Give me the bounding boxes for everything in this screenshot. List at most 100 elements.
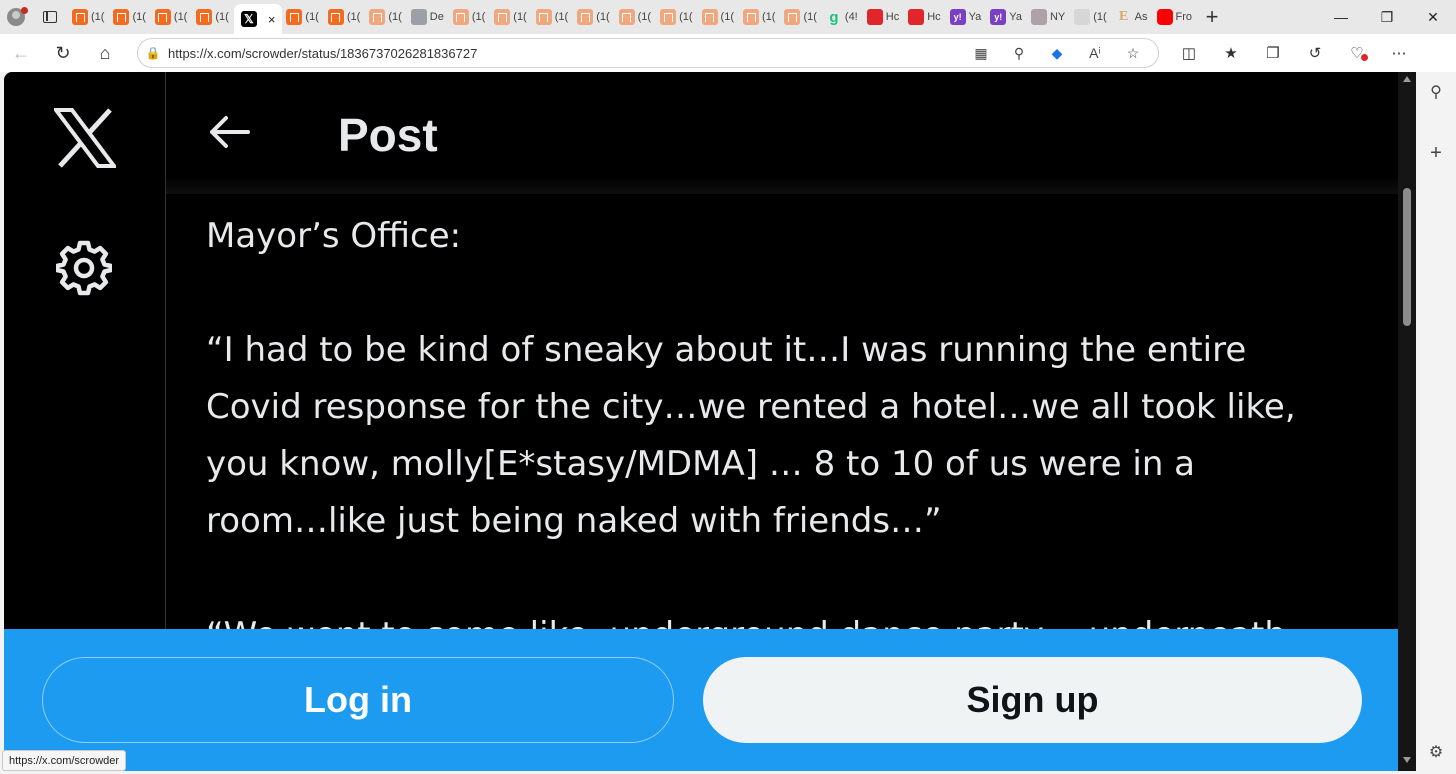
light-bookmark-icon [743, 9, 759, 25]
orange-bookmark-icon [154, 9, 171, 25]
favorites-icon[interactable]: ★ [1210, 34, 1252, 72]
sidebar-settings-icon[interactable]: ⚙ [1416, 742, 1456, 762]
home-button[interactable]: ⌂ [84, 34, 126, 72]
history-icon[interactable]: ↺ [1294, 34, 1336, 72]
app-available-icon[interactable]: ▦ [964, 40, 998, 66]
refresh-button[interactable]: ↻ [42, 34, 84, 72]
light-bookmark-icon [369, 9, 386, 25]
tab[interactable]: Hc [904, 3, 945, 31]
post-paragraph: Mayor’s Office: [206, 216, 462, 256]
new-tab-button[interactable]: + [1197, 3, 1227, 31]
window-controls: — ❐ ✕ [1318, 0, 1456, 34]
tab[interactable]: (1( [573, 3, 614, 31]
tab[interactable]: (1( [490, 3, 531, 31]
settings-gear-icon[interactable] [56, 240, 112, 296]
tab-label: De [429, 11, 444, 23]
tab[interactable]: (1( [324, 3, 365, 31]
tab-label: NY [1049, 11, 1066, 23]
light-page-icon [1074, 9, 1091, 25]
light-bookmark-icon [660, 9, 677, 25]
close-tab-icon[interactable]: × [268, 12, 276, 27]
nytimes-icon [1030, 9, 1047, 25]
favorite-star-icon[interactable]: ☆ [1116, 40, 1150, 66]
light-bookmark-icon [577, 9, 594, 25]
tab[interactable]: (1( [192, 3, 233, 31]
scroll-down-icon[interactable] [1403, 757, 1411, 763]
back-button[interactable]: ← [0, 34, 42, 72]
profile-button[interactable] [0, 0, 32, 34]
shopping-tag-icon[interactable]: ◆ [1040, 40, 1074, 66]
collections-icon[interactable]: ❐ [1252, 34, 1294, 72]
refresh-icon: ↻ [55, 42, 71, 63]
light-bookmark-icon [494, 9, 511, 25]
page-scrollbar[interactable] [1398, 72, 1416, 771]
light-bookmark-icon [535, 9, 552, 25]
tab[interactable]: (1( [698, 3, 739, 31]
browser-essentials-icon[interactable]: ♡ [1336, 34, 1378, 72]
tab[interactable]: (1( [151, 3, 192, 31]
search-icon[interactable]: ⚲ [1416, 82, 1456, 102]
tab-actions-icon [43, 11, 57, 23]
tab-label: (1( [637, 11, 652, 23]
tab[interactable]: y! Ya [946, 3, 987, 31]
split-screen-icon[interactable]: ◫ [1168, 34, 1210, 72]
light-bookmark-icon [784, 9, 801, 25]
minimize-button[interactable]: — [1318, 0, 1364, 34]
x-logo-icon[interactable] [54, 108, 116, 168]
read-aloud-icon[interactable]: Aⁱ [1078, 40, 1112, 66]
tab[interactable]: De [407, 3, 449, 31]
tab[interactable]: y! Ya [986, 3, 1027, 31]
tab[interactable]: Hc [863, 3, 904, 31]
close-window-button[interactable]: ✕ [1410, 0, 1456, 34]
tab[interactable]: Fro [1153, 3, 1198, 31]
light-bookmark-icon [452, 9, 469, 25]
arrow-left-icon: ← [12, 42, 30, 63]
orange-bookmark-icon [72, 9, 88, 25]
tab-label: Ya [1009, 11, 1022, 23]
tab-list: (1((1((1((1(𝕏 × (1((1((1(De (1((1((1((1((1(… [68, 0, 1197, 34]
scrollbar-thumb[interactable] [1403, 188, 1411, 326]
back-arrow-icon[interactable] [206, 112, 252, 152]
yahoo-icon: y! [990, 9, 1007, 25]
tab[interactable]: g (4! [822, 3, 863, 31]
tab[interactable]: (1( [365, 3, 406, 31]
more-menu-icon[interactable]: ⋯ [1378, 34, 1420, 72]
maximize-button[interactable]: ❐ [1364, 0, 1410, 34]
log-in-button[interactable]: Log in [42, 657, 674, 743]
tab[interactable]: (1( [780, 3, 821, 31]
tab[interactable]: E As [1112, 3, 1153, 31]
address-bar[interactable]: 🔒 https://x.com/scrowder/status/18367370… [137, 38, 1159, 68]
scroll-up-icon[interactable] [1403, 76, 1411, 82]
tab-label: (1( [471, 11, 486, 23]
tab-label: (1( [679, 11, 693, 23]
tab-label: (4! [844, 11, 858, 23]
orange-bookmark-icon [327, 9, 344, 25]
orange-bookmark-icon [286, 9, 303, 25]
sign-up-button[interactable]: Sign up [703, 657, 1362, 743]
browser-toolbar: ← ↻ ⌂ 🔒 https://x.com/scrowder/status/18… [0, 34, 1456, 96]
post-header: Post [166, 72, 1398, 194]
tab-actions-button[interactable] [32, 0, 68, 34]
tab[interactable]: (1( [282, 3, 323, 31]
tab[interactable]: (1( [68, 3, 109, 31]
post-paragraph: “I had to be kind of sneaky about it…I w… [206, 330, 1296, 541]
tab[interactable]: (1( [656, 3, 697, 31]
lock-icon[interactable]: 🔒 [138, 46, 168, 60]
zoom-icon[interactable]: ⚲ [1002, 40, 1036, 66]
tab-label: (1( [762, 11, 776, 23]
tab-label: (1( [215, 11, 229, 23]
add-sidebar-app-icon[interactable]: + [1416, 142, 1456, 165]
tab[interactable]: NY [1027, 3, 1070, 31]
url-text[interactable]: https://x.com/scrowder/status/1836737026… [168, 46, 964, 61]
tab[interactable]: (1( [109, 3, 150, 31]
tab[interactable]: (1( [449, 3, 490, 31]
green-g-icon: g [829, 8, 839, 26]
page-viewport: Post Mayor’s Office: “I had to be kind o… [4, 72, 1416, 771]
tab[interactable]: (1( [1070, 3, 1111, 31]
orange-bookmark-icon [196, 9, 213, 25]
tab[interactable]: (1( [739, 3, 780, 31]
tab[interactable]: (1( [615, 3, 656, 31]
tab-active[interactable]: 𝕏 × [233, 4, 283, 34]
tab[interactable]: (1( [532, 3, 573, 31]
notification-dot [21, 7, 28, 14]
